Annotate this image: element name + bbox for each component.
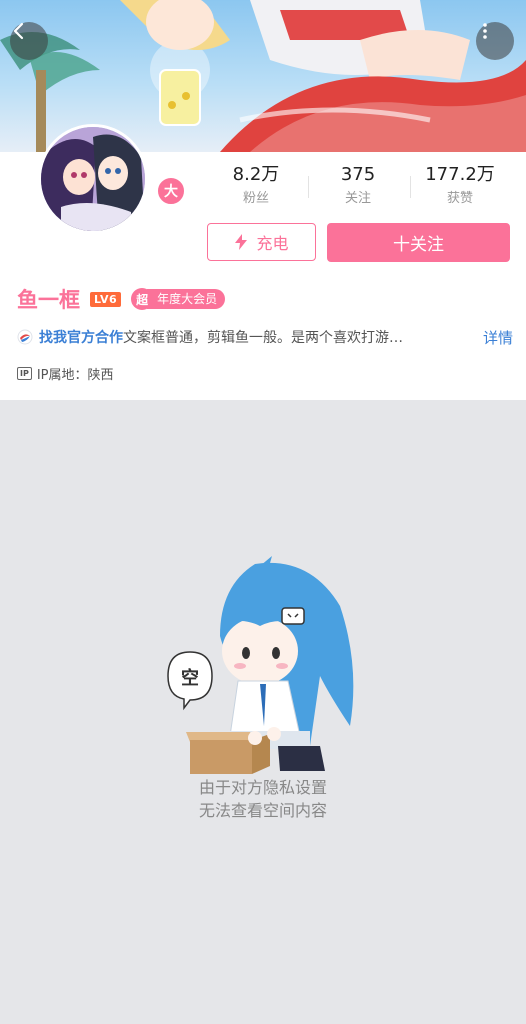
bio-details-link[interactable]: 详情 bbox=[483, 327, 513, 348]
business-link[interactable]: 找我官方合作 bbox=[39, 327, 123, 347]
follow-button-label: 十关注 bbox=[393, 235, 444, 255]
stat-likes-value: 177.2万 bbox=[425, 164, 495, 185]
stat-following-value: 375 bbox=[340, 164, 376, 185]
empty-bubble-text: 空 bbox=[181, 667, 199, 689]
avatar-frame: 大 bbox=[38, 124, 186, 234]
annual-vip-tag[interactable]: 超 年度大会员 bbox=[131, 288, 226, 310]
chevron-left-icon bbox=[13, 22, 24, 40]
stat-following-label: 关注 bbox=[344, 191, 371, 206]
lightning-icon bbox=[235, 234, 248, 250]
official-partner-icon bbox=[17, 329, 33, 345]
back-button[interactable] bbox=[10, 22, 48, 60]
avatar[interactable] bbox=[41, 127, 145, 231]
bio-row[interactable]: 找我官方合作 文案框普通，剪辑鱼一般。是两个喜欢打游… 详情 bbox=[17, 326, 513, 348]
stat-followers-label: 粉丝 bbox=[242, 191, 269, 206]
empty-state-illustration: 空 bbox=[167, 556, 354, 774]
bio-text: 文案框普通，剪辑鱼一般。是两个喜欢打游… bbox=[123, 330, 403, 346]
ip-location: IP IP属地：陕西 bbox=[17, 363, 114, 383]
charge-button[interactable]: 充电 bbox=[207, 223, 316, 261]
charge-button-label: 充电 bbox=[256, 234, 289, 253]
avatar-image bbox=[41, 127, 145, 231]
ip-icon: IP bbox=[17, 366, 32, 380]
empty-state-line2: 无法查看空间内容 bbox=[198, 801, 327, 820]
empty-state-line1: 由于对方隐私设置 bbox=[198, 778, 327, 797]
stats-bar: 8.2万 粉丝 375 关注 177.2万 获赞 bbox=[206, 162, 512, 214]
vip-badge: 大 bbox=[156, 176, 186, 206]
super-vip-icon: 超 bbox=[131, 288, 154, 310]
name-row: 鱼一框 LV6 超 年度大会员 bbox=[17, 284, 226, 314]
stat-following[interactable]: 375 关注 bbox=[308, 162, 408, 210]
stat-followers[interactable]: 8.2万 粉丝 bbox=[206, 162, 306, 210]
stat-likes-label: 获赞 bbox=[446, 191, 473, 206]
ip-location-text: IP属地：陕西 bbox=[36, 367, 114, 383]
follow-button[interactable]: 十关注 bbox=[327, 223, 510, 262]
more-vertical-icon bbox=[483, 23, 487, 39]
stat-likes[interactable]: 177.2万 获赞 bbox=[410, 162, 510, 210]
more-button[interactable] bbox=[476, 22, 514, 60]
level-badge: LV6 bbox=[90, 291, 122, 307]
profile-card: 大 8.2万 粉丝 375 关注 177.2万 获赞 充电 十关注 鱼一框 LV… bbox=[0, 124, 526, 400]
stat-followers-value: 8.2万 bbox=[232, 164, 280, 185]
vip-label: 年度大会员 bbox=[147, 289, 226, 309]
username: 鱼一框 bbox=[17, 288, 80, 312]
